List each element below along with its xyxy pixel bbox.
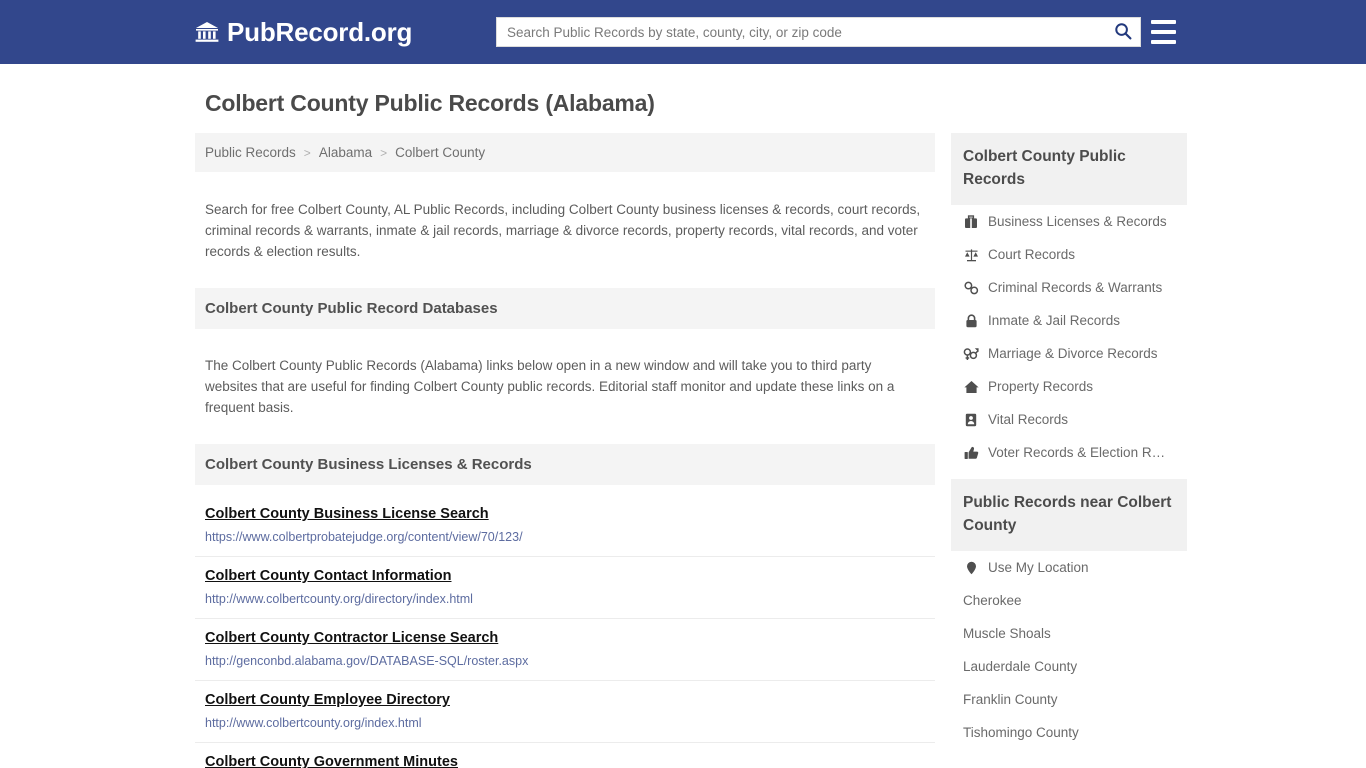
sidebar-item-business-licenses[interactable]: Business Licenses & Records [951, 205, 1187, 238]
list-item: Colbert County Government Minutes http:/… [195, 743, 935, 768]
search-icon [1114, 22, 1132, 43]
sidebar-item-property-records[interactable]: Property Records [951, 370, 1187, 403]
sidebar-item-label: Business Licenses & Records [988, 214, 1167, 229]
sidebar-item-label: Lauderdale County [963, 659, 1078, 674]
search-input[interactable] [497, 18, 1106, 46]
sidebar-item-label: Tishomingo County [963, 725, 1079, 740]
handcuffs-icon [963, 281, 979, 295]
venus-mars-icon [963, 347, 979, 361]
sidebar-item-label: Court Records [988, 247, 1076, 262]
breadcrumb-item-public-records[interactable]: Public Records [205, 145, 296, 160]
content-columns: Public Records > Alabama > Colbert Count… [195, 133, 1187, 768]
map-pin-icon [963, 561, 979, 575]
sidebar-item-label: Use My Location [988, 560, 1089, 575]
page-title: Colbert County Public Records (Alabama) [205, 90, 655, 116]
menu-bar-1 [1151, 20, 1176, 24]
sidebar-heading-records: Colbert County Public Records [951, 133, 1187, 205]
sidebar-item-inmate-jail-records[interactable]: Inmate & Jail Records [951, 304, 1187, 337]
sidebar-item-label: Voter Records & Election R… [988, 445, 1166, 460]
sidebar-heading-nearby: Public Records near Colbert County [951, 479, 1187, 551]
breadcrumb-separator: > [303, 145, 311, 160]
menu-bar-3 [1151, 40, 1176, 44]
link-title[interactable]: Colbert County Contact Information [205, 568, 452, 584]
sidebar-item-marriage-divorce-records[interactable]: Marriage & Divorce Records [951, 337, 1187, 370]
thumbs-up-icon [963, 446, 979, 460]
brand-name: PubRecord.org [227, 16, 413, 47]
link-url[interactable]: http://www.colbertcounty.org/index.html [205, 716, 925, 730]
sidebar-item-label: Muscle Shoals [963, 626, 1051, 641]
sidebar-item-label: Marriage & Divorce Records [988, 346, 1158, 361]
sidebar-item-label: Cherokee [963, 593, 1022, 608]
sidebar-item-label: Vital Records [988, 412, 1069, 427]
home-icon [963, 380, 979, 394]
sidebar-item-court-records[interactable]: Court Records [951, 238, 1187, 271]
sidebar-card-records: Colbert County Public Records Business L… [951, 133, 1187, 469]
list-item: Colbert County Contact Information http:… [195, 557, 935, 619]
breadcrumb: Public Records > Alabama > Colbert Count… [195, 133, 935, 172]
sidebar-item-vital-records[interactable]: Vital Records [951, 403, 1187, 436]
breadcrumb-item-alabama[interactable]: Alabama [319, 145, 372, 160]
section-heading-databases: Colbert County Public Record Databases [195, 287, 935, 329]
sidebar-item-criminal-records[interactable]: Criminal Records & Warrants [951, 271, 1187, 304]
business-links-list: Colbert County Business License Search h… [195, 493, 935, 768]
sidebar-item-label: Property Records [988, 379, 1094, 394]
section-heading-business-licenses: Colbert County Business Licenses & Recor… [195, 444, 935, 485]
search-button[interactable] [1106, 18, 1140, 46]
list-item: Colbert County Business License Search h… [195, 493, 935, 557]
sidebar-card-nearby: Public Records near Colbert County Use M… [951, 479, 1187, 749]
list-item: Colbert County Employee Directory http:/… [195, 681, 935, 743]
search-bar [496, 17, 1141, 47]
breadcrumb-item-colbert-county: Colbert County [395, 145, 486, 160]
scales-of-justice-icon [963, 248, 979, 262]
breadcrumb-separator: > [380, 145, 388, 160]
sidebar-item-label: Criminal Records & Warrants [988, 280, 1163, 295]
hamburger-menu-icon[interactable] [1151, 20, 1176, 44]
site-logo[interactable]: PubRecord.org [195, 17, 412, 48]
site-header: PubRecord.org [0, 0, 1366, 64]
lock-icon [963, 313, 979, 328]
link-title[interactable]: Colbert County Employee Directory [205, 692, 450, 708]
sidebar-item-use-my-location[interactable]: Use My Location [951, 551, 1187, 584]
page-body: Colbert County Public Records (Alabama) … [0, 90, 1366, 768]
link-title[interactable]: Colbert County Government Minutes [205, 754, 458, 768]
sidebar-item-label: Franklin County [963, 692, 1058, 707]
sidebar-item-cherokee[interactable]: Cherokee [951, 584, 1187, 617]
sidebar-item-lauderdale-county[interactable]: Lauderdale County [951, 650, 1187, 683]
sidebar-item-tishomingo-county[interactable]: Tishomingo County [951, 716, 1187, 749]
menu-bar-2 [1151, 30, 1176, 34]
link-title[interactable]: Colbert County Business License Search [205, 506, 489, 522]
link-url[interactable]: http://www.colbertcounty.org/directory/i… [205, 592, 925, 606]
sidebar-item-muscle-shoals[interactable]: Muscle Shoals [951, 617, 1187, 650]
bank-icon [195, 21, 219, 43]
briefcase-icon [963, 214, 979, 229]
link-title[interactable]: Colbert County Contractor License Search [205, 630, 498, 646]
sidebar-item-franklin-county[interactable]: Franklin County [951, 683, 1187, 716]
sidebar-item-label: Inmate & Jail Records [988, 313, 1121, 328]
link-url[interactable]: https://www.colbertprobatejudge.org/cont… [205, 530, 925, 544]
databases-paragraph: The Colbert County Public Records (Alaba… [205, 358, 895, 415]
link-url[interactable]: http://genconbd.alabama.gov/DATABASE-SQL… [205, 654, 925, 668]
list-item: Colbert County Contractor License Search… [195, 619, 935, 681]
intro-paragraph: Search for free Colbert County, AL Publi… [205, 201, 921, 259]
id-card-icon [963, 413, 979, 427]
main-content: Public Records > Alabama > Colbert Count… [195, 133, 935, 768]
sidebar: Colbert County Public Records Business L… [951, 133, 1187, 759]
sidebar-item-voter-records[interactable]: Voter Records & Election R… [951, 436, 1187, 469]
